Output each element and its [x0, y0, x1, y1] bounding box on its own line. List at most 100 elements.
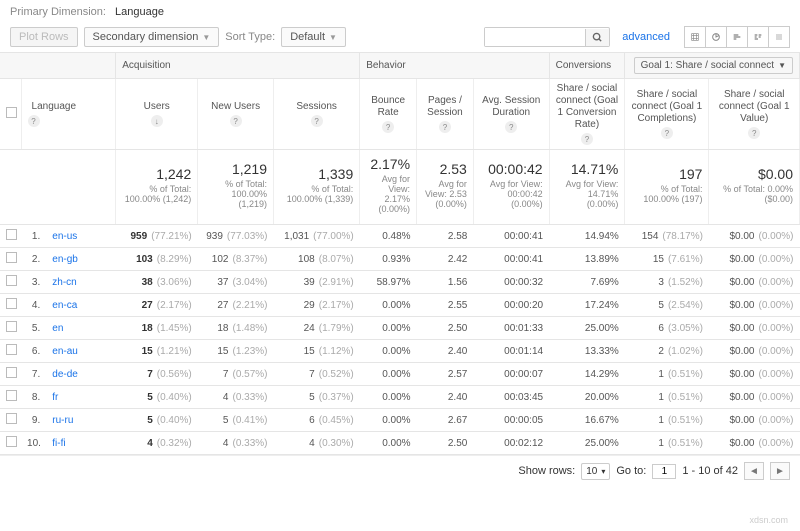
secondary-dimension-select[interactable]: Secondary dimension▼ — [84, 27, 220, 47]
row-language-link[interactable]: fr — [46, 386, 115, 409]
search-box — [484, 27, 610, 47]
table-row: 8.fr5(0.40%)4(0.33%)5(0.37%)0.00%2.4000:… — [0, 386, 800, 409]
summary-pages-sub: Avg for View: 2.53 (0.00%) — [425, 179, 467, 209]
row-completions: 1(0.51%) — [625, 409, 709, 432]
col-completions[interactable]: Share / social connect (Goal 1 Completio… — [631, 89, 702, 125]
data-table: Acquisition Behavior Conversions Goal 1:… — [0, 53, 800, 455]
col-users[interactable]: Users — [122, 101, 191, 113]
row-language-link[interactable]: de-de — [46, 363, 115, 386]
col-pages[interactable]: Pages / Session — [423, 95, 467, 119]
row-rank: 9. — [21, 409, 46, 432]
row-checkbox[interactable] — [6, 229, 17, 240]
row-sessions: 1,031(77.00%) — [274, 225, 360, 248]
table-row: 9.ru-ru5(0.40%)5(0.41%)6(0.45%)0.00%2.67… — [0, 409, 800, 432]
help-icon[interactable]: ? — [505, 121, 517, 133]
row-rank: 3. — [21, 271, 46, 294]
help-icon[interactable]: ? — [439, 121, 451, 133]
row-bounce: 0.00% — [360, 340, 417, 363]
row-checkbox[interactable] — [6, 436, 17, 447]
col-sessions[interactable]: Sessions — [280, 101, 353, 113]
summary-bounce-sub: Avg for View: 2.17% (0.00%) — [379, 174, 411, 214]
summary-users-sub: % of Total: 100.00% (1,242) — [125, 184, 192, 204]
plot-rows-button: Plot Rows — [10, 27, 78, 47]
row-checkbox[interactable] — [6, 252, 17, 263]
row-checkbox[interactable] — [6, 344, 17, 355]
row-rank: 8. — [21, 386, 46, 409]
row-language-link[interactable]: en — [46, 317, 115, 340]
table-icon — [691, 31, 699, 43]
column-header-row: Language? Users ↓ New Users? Sessions? Bo… — [0, 79, 800, 150]
col-value[interactable]: Share / social connect (Goal 1 Value) — [715, 89, 793, 125]
summary-duration-sub: Avg for View: 00:00:42 (0.00%) — [490, 179, 543, 209]
row-checkbox[interactable] — [6, 390, 17, 401]
col-language[interactable]: Language — [28, 101, 110, 113]
row-checkbox[interactable] — [6, 367, 17, 378]
row-conv-rate: 17.24% — [549, 294, 625, 317]
goto-input[interactable] — [652, 464, 676, 479]
row-language-link[interactable]: en-ca — [46, 294, 115, 317]
view-pivot-button[interactable] — [768, 26, 790, 48]
goal-selector[interactable]: Goal 1: Share / social connect ▼ — [634, 57, 793, 74]
help-icon[interactable]: ? — [28, 115, 40, 127]
help-icon[interactable]: ? — [661, 127, 673, 139]
row-completions: 154(78.17%) — [625, 225, 709, 248]
pie-icon — [712, 31, 720, 43]
prev-page-button[interactable]: ◄ — [744, 462, 764, 480]
row-language-link[interactable]: en-us — [46, 225, 115, 248]
row-language-link[interactable]: en-au — [46, 340, 115, 363]
row-language-link[interactable]: ru-ru — [46, 409, 115, 432]
rows-per-page-select[interactable]: 10 ▾ — [581, 463, 610, 480]
help-icon[interactable]: ? — [748, 127, 760, 139]
view-performance-button[interactable] — [726, 26, 748, 48]
search-button[interactable] — [585, 29, 609, 46]
row-language-link[interactable]: zh-cn — [46, 271, 115, 294]
col-conv-rate[interactable]: Share / social connect (Goal 1 Conversio… — [556, 83, 619, 131]
row-checkbox[interactable] — [6, 321, 17, 332]
next-page-button[interactable]: ► — [770, 462, 790, 480]
row-value: $0.00(0.00%) — [709, 248, 800, 271]
view-comparison-button[interactable] — [747, 26, 769, 48]
col-new-users[interactable]: New Users — [204, 101, 267, 113]
group-header-row: Acquisition Behavior Conversions Goal 1:… — [0, 53, 800, 79]
primary-dimension-value[interactable]: Language — [115, 6, 164, 18]
row-sessions: 29(2.17%) — [274, 294, 360, 317]
help-icon[interactable]: ? — [382, 121, 394, 133]
row-new-users: 7(0.57%) — [198, 363, 274, 386]
row-sessions: 5(0.37%) — [274, 386, 360, 409]
row-bounce: 0.00% — [360, 294, 417, 317]
row-users: 38(3.06%) — [116, 271, 198, 294]
row-completions: 3(1.52%) — [625, 271, 709, 294]
col-bounce[interactable]: Bounce Rate — [366, 95, 410, 119]
row-pages: 2.55 — [417, 294, 474, 317]
help-icon[interactable]: ? — [581, 133, 593, 145]
help-icon[interactable]: ? — [230, 115, 242, 127]
row-rank: 2. — [21, 248, 46, 271]
row-new-users: 18(1.48%) — [198, 317, 274, 340]
view-table-button[interactable] — [684, 26, 706, 48]
search-input[interactable] — [485, 28, 585, 46]
row-sessions: 24(1.79%) — [274, 317, 360, 340]
row-pages: 1.56 — [417, 271, 474, 294]
row-language-link[interactable]: en-gb — [46, 248, 115, 271]
help-icon[interactable]: ? — [311, 115, 323, 127]
bars-icon — [733, 31, 741, 43]
watermark: xdsn.com — [749, 515, 788, 525]
advanced-link[interactable]: advanced — [622, 31, 670, 43]
row-language-link[interactable]: fi-fi — [46, 432, 115, 455]
row-checkbox[interactable] — [6, 275, 17, 286]
row-conv-rate: 13.89% — [549, 248, 625, 271]
view-percentage-button[interactable] — [705, 26, 727, 48]
row-completions: 15(7.61%) — [625, 248, 709, 271]
row-value: $0.00(0.00%) — [709, 363, 800, 386]
col-duration[interactable]: Avg. Session Duration — [480, 95, 543, 119]
sort-down-icon[interactable]: ↓ — [151, 115, 163, 127]
table-row: 2.en-gb103(8.29%)102(8.37%)108(8.07%)0.9… — [0, 248, 800, 271]
row-checkbox[interactable] — [6, 298, 17, 309]
row-rank: 1. — [21, 225, 46, 248]
row-checkbox[interactable] — [6, 413, 17, 424]
group-acquisition: Acquisition — [116, 53, 360, 79]
select-all-checkbox[interactable] — [6, 107, 17, 118]
row-duration: 00:00:32 — [473, 271, 549, 294]
row-users: 18(1.45%) — [116, 317, 198, 340]
sort-type-select[interactable]: Default▼ — [281, 27, 346, 47]
